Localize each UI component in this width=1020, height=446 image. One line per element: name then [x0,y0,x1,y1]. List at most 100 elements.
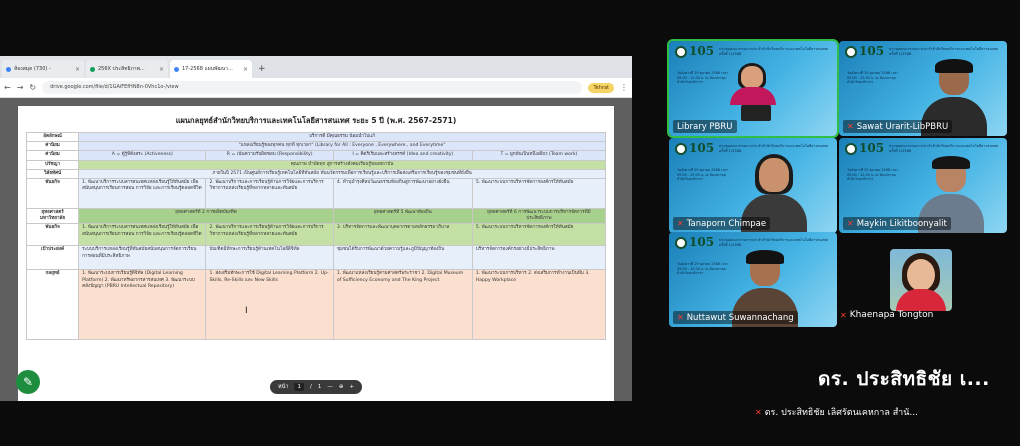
avatar-body [896,289,946,311]
browser-tab-2[interactable]: 256X ประสิทธิภาพ... × [86,60,168,78]
table-row: ปรัชญา คุณภาพ บำบัดทุก สู่การสร้างสังคมเ… [25,159,606,170]
row-label: ค่านิยม [25,150,80,161]
browser-tab-3[interactable]: 17-2568 แผนพัฒนา... × [170,60,252,78]
table-cell: 1. ส่งเสริมทักษะการใช้ Digital Learning … [205,269,334,341]
participant-name: Khaenapa Tongton [849,310,934,320]
table-row: วิสัยทัศน์ ภายในปี 2571 เป็นศูนย์การเรีย… [25,168,606,179]
menu-icon[interactable]: ⋮ [620,83,628,92]
table-cell: คุณภาพ บำบัดทุก สู่การสร้างสังคมเรียนรู้… [78,159,606,170]
slide-date: วันอังคารที่ 29 ตุลาคม 2568 เวลา 09.00 -… [677,168,729,182]
slide-date: วันอังคารที่ 29 ตุลาคม 2568 เวลา 09.00 -… [677,71,729,85]
zoom-in-button[interactable]: + [349,384,354,390]
text-cursor-icon: I [245,306,248,316]
browser-tab-bar: ห้องสมุด (730) - × 256X ประสิทธิภาพ... × … [0,56,632,78]
slide-date: วันอังคารที่ 29 ตุลาคม 2568 เวลา 09.00 -… [847,168,899,182]
table-cell: 2. พัฒนาบริการและการเรียนรู้ด้านการวิจัย… [205,223,334,247]
presenter-name-large[interactable]: ดร. ประสิทธิชัย เ... [818,364,990,394]
address-bar[interactable]: drive.google.com/file/d/1GAiFEfHN8n-0Vhc… [42,81,583,94]
close-icon[interactable]: × [243,66,248,73]
pdf-viewer: แผนกลยุทธ์สำนักวิทยบริการและเทคโนโลยีสาร… [0,98,632,401]
participant-tile-library-pbru[interactable]: 105 ประชุมคณะกรรมการประจำสำนักวิทยบริการ… [667,39,839,138]
slide-date: วันอังคารที่ 29 ตุลาคม 2568 เวลา 09.00 -… [677,262,729,276]
tab-label: ห้องสมุด (730) - [14,66,51,72]
table-row: ค่านิยม "แหล่งเรียนรู้ของทุกคน ทุกที่ ทุ… [25,141,606,152]
participant-name-tag: ✕ Sawat Urarit-LibPBRU [843,120,953,133]
person-face [741,66,763,88]
table-cell: 4. ทำนุบำรุงศิลปวัฒนธรรมท้องถิ่นสู่การพั… [332,177,473,209]
participant-name-tag: Library PBRU [673,120,737,133]
person-face [759,158,789,192]
avatar-face [907,259,935,291]
participant-tile-sawat[interactable]: 105 ประชุมคณะกรรมการประจำสำนักวิทยบริการ… [839,41,1007,136]
slide-number: 105 [689,235,715,249]
zoom-icon[interactable]: ⊕ [339,384,344,390]
presenter-name-tag: ✕ ดร. ประสิทธิชัย เลิศรัตนเคหกาล สำนั... [755,405,918,419]
page-number-input[interactable]: 1 [294,383,304,391]
table-cell: 5. พัฒนาระบบการบริหารจัดการองค์กรให้ทันส… [471,223,607,247]
table-cell: "แหล่งเรียนรู้ของทุกคน ทุกที่ ทุกเวลา" (… [78,141,606,152]
participant-name: Nuttawut Suwannachang [686,312,794,323]
table-cell: 1. พัฒนาบริการระบบสารสนเทศแหล่งเรียนรู้ใ… [78,223,207,247]
university-logo-icon [675,237,687,249]
zoom-out-button[interactable]: — [327,384,333,390]
tab-label: 17-2568 แผนพัฒนา... [182,66,233,72]
reload-icon[interactable]: ↻ [29,83,36,92]
forward-icon[interactable]: → [17,83,24,92]
mic-off-icon: ✕ [677,313,684,322]
university-logo-icon [845,46,857,58]
page-total: 1 [317,384,322,390]
row-label: พันธกิจ [25,223,80,247]
page-separator: / [309,384,312,390]
participant-name: Library PBRU [677,121,733,132]
row-label: วิสัยทัศน์ [25,168,80,179]
participant-name: Tanaporn Chimpae [686,218,767,229]
table-cell: 1. พัฒนาระบบการบริหาร 2. ส่งเสริมการทำงา… [471,269,607,341]
participant-name-tag: ✕ Khaenapa Tongton [840,310,933,320]
mic-off-icon: ✕ [840,310,847,320]
tab-favicon [6,66,11,72]
tab-label: 256X ประสิทธิภาพ... [98,66,145,72]
row-label: พันธกิจ [25,177,80,209]
table-row: พันธกิจ 1. พัฒนาบริการระบบสารสนเทศแหล่งเ… [25,223,607,247]
table-cell: A = ตู้รู้ที่ตั้งสระ (Activeness) [78,150,207,161]
table-cell: ระบบบริการแหล่งเรียนรู้ที่ทันสมัยสนับสนุ… [78,245,207,271]
profile-button[interactable]: Tehrat [588,82,614,93]
row-label: ค่านิยม [25,141,80,152]
participant-avatar-khaenapa[interactable] [890,249,952,311]
table-row: ค่านิยม A = ตู้รู้ที่ตั้งสระ (Activeness… [25,150,607,161]
table-cell: I = คิดริเริ่มและสร้างสรรค์ (Idea and cr… [332,150,473,161]
row-label: ยุทธศาสตร์มหาวิทยาลัย [25,207,80,225]
table-cell: 1. พัฒนาบริการระบบสารสนเทศแหล่งเรียนรู้ใ… [78,177,207,209]
shared-screen: ห้องสมุด (730) - × 256X ประสิทธิภาพ... × … [0,56,632,401]
participant-tile-nuttawut[interactable]: 105 ประชุมคณะกรรมการประจำสำนักวิทยบริการ… [669,232,837,327]
participant-tile-maykin[interactable]: 105 ประชุมคณะกรรมการประจำสำนักวิทยบริการ… [839,138,1007,233]
slide-number: 105 [859,44,885,58]
row-label: เป้าประสงค์ [25,245,80,271]
table-cell: R = เน้นความรับผิดชอบ (Responsibility) [205,150,334,161]
participant-name-tag: ✕ Tanaporn Chimpae [673,217,771,230]
close-icon[interactable]: × [75,66,80,73]
table-cell: ยุทธศาสตร์ที่ 5 พัฒนาท้องถิ่น [332,207,473,225]
strategy-plan-table: อัตลักษณ์ บริการดี มีคุณธรรม น้อมนำไปแก้… [25,131,607,341]
table-cell: ยุทธศาสตร์ที่ 2 การผลิตบัณฑิต [78,207,334,225]
page-label: หน้า [278,384,289,390]
pencil-icon[interactable]: ✎ [16,370,40,394]
pdf-page: แผนกลยุทธ์สำนักวิทยบริการและเทคโนโลยีสาร… [18,106,614,401]
person-hair [746,250,784,264]
row-label: กลยุทธ์ [25,269,80,341]
person-body [730,87,776,105]
back-icon[interactable]: ← [4,83,11,92]
slide-number: 105 [689,141,715,155]
university-logo-icon [675,46,687,58]
close-icon[interactable]: × [159,66,164,73]
slide-header: ประชุมคณะกรรมการประจำสำนักวิทยบริการและเ… [719,238,828,247]
participant-video [728,63,778,105]
participant-tile-tanaporn[interactable]: 105 ประชุมคณะกรรมการประจำสำนักวิทยบริการ… [669,138,837,233]
table-cell: ภายในปี 2571 เป็นศูนย์การเรียนรู้เทคโนโล… [78,168,606,179]
table-row: พันธกิจ 1. พัฒนาบริการระบบสารสนเทศแหล่งเ… [25,177,607,209]
browser-tab-1[interactable]: ห้องสมุด (730) - × [2,60,84,78]
laptop-icon [741,105,771,121]
new-tab-button[interactable]: + [254,64,270,78]
participant-name-tag: ✕ Maykin Likitboonyalit [843,217,951,230]
table-cell: 5. พัฒนาระบบการบริหารจัดการองค์กรให้ทันส… [471,177,607,209]
